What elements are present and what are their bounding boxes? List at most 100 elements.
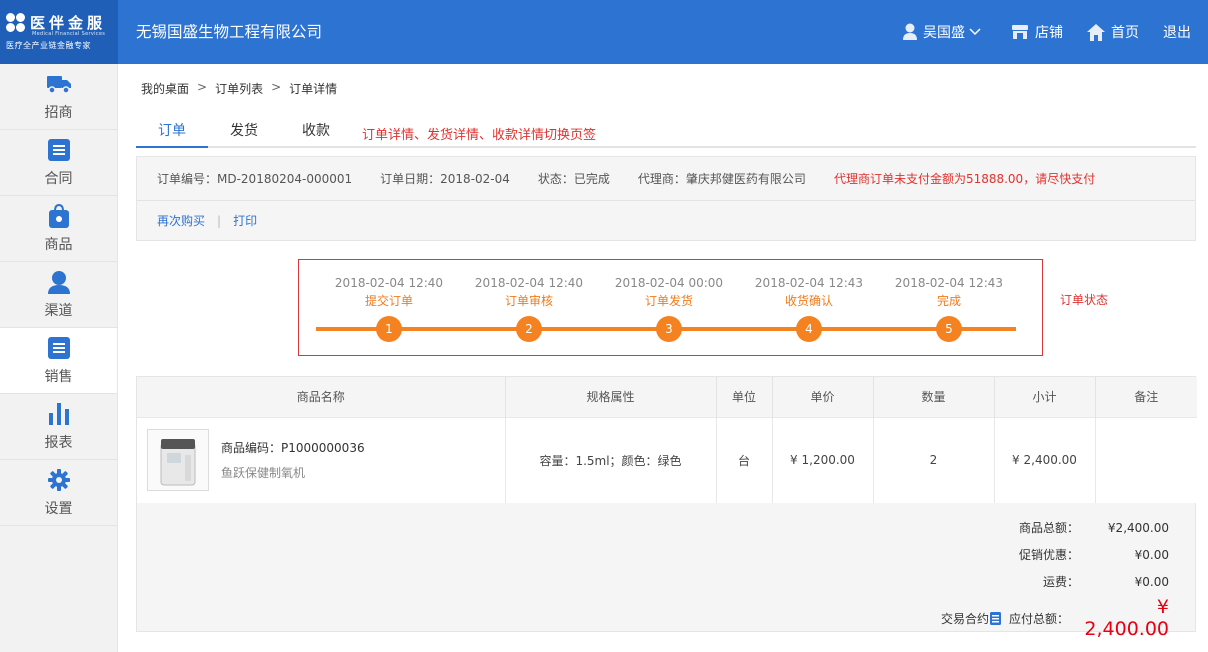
brand-tagline: 医疗全产业链金融专家: [6, 41, 91, 50]
product-unit: 台: [716, 416, 773, 503]
col-header-spec: 规格属性: [505, 377, 717, 417]
product-image[interactable]: [147, 429, 209, 492]
sidebar-item-label: 合同: [44, 170, 73, 187]
breadcrumb-separator: >: [197, 80, 208, 94]
pay-total-value: ¥ 2,400.00: [1084, 596, 1169, 640]
user-name: 吴国盛: [923, 25, 965, 41]
bar-chart-icon: [47, 402, 71, 426]
shop-link[interactable]: 店铺: [1011, 22, 1063, 42]
sidebar-item-label: 设置: [44, 500, 73, 517]
top-header: 医伴金服 Medical Financial Services 医疗全产业链金融…: [0, 0, 1208, 64]
tab-order[interactable]: 订单: [136, 116, 208, 148]
product-note: [1095, 416, 1197, 503]
table-row: 商品编码：P1000000036 鱼跃保健制氧机 容量：1.5ml；颜色：绿色 …: [137, 416, 1197, 503]
timeline-step: 2018-02-04 00:00 订单发货 3: [609, 276, 729, 342]
sidebar-item-label: 销售: [44, 368, 73, 385]
promo-label: 促销优惠：: [1018, 548, 1079, 562]
sidebar-item-report[interactable]: 报表: [0, 394, 117, 460]
sidebar-item-label: 渠道: [44, 302, 73, 319]
list-icon: [47, 336, 71, 360]
unpaid-warning: 代理商订单未支付金额为51888.00，请尽快支付: [833, 172, 1096, 186]
timeline-step: 2018-02-04 12:43 完成 5: [889, 276, 1009, 342]
order-agent: 代理商：肇庆邦健医药有限公司: [637, 172, 806, 186]
sidebar-item-label: 报表: [44, 434, 73, 451]
product-name[interactable]: 鱼跃保健制氧机: [221, 464, 365, 481]
brand-logo[interactable]: 医伴金服 Medical Financial Services 医疗全产业链金融…: [0, 0, 118, 64]
company-name: 无锡国盛生物工程有限公司: [136, 23, 323, 41]
contract-link[interactable]: 交易合约: [941, 610, 1001, 627]
timeline-step: 2018-02-04 12:43 收货确认 4: [749, 276, 869, 342]
main-content: 我的桌面 > 订单列表 > 订单详情 订单 发货 收款 订单详情、发货详情、收款…: [118, 64, 1208, 652]
goods-total-label: 商品总额：: [1018, 521, 1079, 535]
sidebar-item-goods[interactable]: 商品: [0, 196, 117, 262]
goods-total-value: ¥2,400.00: [1107, 520, 1169, 535]
col-header-unit: 单位: [716, 377, 773, 417]
sidebar-item-channel[interactable]: 渠道: [0, 262, 117, 328]
promo-value: ¥0.00: [1134, 547, 1169, 562]
col-header-subtotal: 小计: [994, 377, 1096, 417]
pay-total-row: 交易合约 应付总额： ¥ 2,400.00: [769, 596, 1169, 640]
logout-label: 退出: [1163, 25, 1191, 41]
sidebar-item-recruit[interactable]: 招商: [0, 64, 117, 130]
step-number: 1: [376, 316, 402, 342]
table-header-row: 商品名称 规格属性 单位 单价 数量 小计 备注: [137, 377, 1197, 417]
goods-total-row: 商品总额： ¥2,400.00: [869, 519, 1169, 536]
step-time: 2018-02-04 12:40: [334, 276, 444, 290]
user-icon: [903, 23, 917, 40]
order-number: 订单编号：MD-20180204-000001: [157, 172, 353, 186]
product-qty: 2: [873, 416, 995, 503]
chevron-down-icon: [969, 28, 981, 36]
product-spec: 容量：1.5ml；颜色：绿色: [505, 416, 717, 503]
step-number: 5: [936, 316, 962, 342]
document-icon: [47, 138, 71, 162]
home-label: 首页: [1111, 25, 1139, 41]
order-info-panel: 订单编号：MD-20180204-000001 订单日期：2018-02-04 …: [136, 156, 1196, 241]
breadcrumb-desktop[interactable]: 我的桌面: [141, 80, 189, 97]
step-time: 2018-02-04 12:43: [894, 276, 1004, 290]
step-time: 2018-02-04 12:40: [474, 276, 584, 290]
step-number: 3: [656, 316, 682, 342]
col-header-note: 备注: [1095, 377, 1197, 417]
product-code: 商品编码：P1000000036: [221, 441, 365, 456]
step-time: 2018-02-04 00:00: [614, 276, 724, 290]
order-tabs: 订单 发货 收款 订单详情、发货详情、收款详情切换页签: [136, 116, 1196, 148]
contract-label: 交易合约: [940, 611, 989, 626]
tab-payment[interactable]: 收款: [280, 116, 352, 146]
timeline-step: 2018-02-04 12:40 提交订单 1: [329, 276, 449, 342]
sidebar-item-sales[interactable]: 销售: [0, 328, 117, 394]
step-label: 提交订单: [364, 294, 413, 308]
logo-mark-icon: [6, 12, 26, 33]
order-status: 状态：已完成: [537, 172, 610, 186]
print-link[interactable]: 打印: [233, 212, 257, 229]
freight-value: ¥0.00: [1134, 574, 1169, 589]
logout-link[interactable]: 退出: [1163, 22, 1191, 42]
breadcrumb-separator: >: [271, 80, 282, 94]
step-number: 2: [516, 316, 542, 342]
tab-annotation: 订单详情、发货详情、收款详情切换页签: [362, 128, 597, 143]
freight-row: 运费： ¥0.00: [869, 573, 1169, 590]
step-label: 订单发货: [644, 294, 693, 308]
truck-icon: [46, 72, 71, 96]
order-status-timeline: 2018-02-04 12:40 提交订单 1 2018-02-04 12:40…: [298, 259, 1043, 356]
promo-row: 促销优惠： ¥0.00: [869, 546, 1169, 563]
sidebar: 招商 合同 商品 渠道 销售 报表 设置: [0, 64, 118, 652]
freight-label: 运费：: [1042, 575, 1079, 589]
breadcrumb-order-list[interactable]: 订单列表: [215, 80, 263, 97]
col-header-price: 单价: [772, 377, 874, 417]
breadcrumb-order-detail: 订单详情: [289, 82, 338, 96]
tab-shipping[interactable]: 发货: [208, 116, 280, 146]
sidebar-item-settings[interactable]: 设置: [0, 460, 117, 526]
user-menu[interactable]: 吴国盛: [903, 22, 987, 42]
document-icon: [989, 611, 1001, 625]
step-number: 4: [796, 316, 822, 342]
sidebar-item-contract[interactable]: 合同: [0, 130, 117, 196]
col-header-qty: 数量: [873, 377, 995, 417]
home-link[interactable]: 首页: [1087, 22, 1139, 42]
brand-name: 医伴金服: [30, 14, 107, 32]
product-price: ¥ 1,200.00: [772, 416, 874, 503]
brand-name-en: Medical Financial Services: [32, 31, 106, 37]
buy-again-link[interactable]: 再次购买: [157, 212, 205, 229]
step-time: 2018-02-04 12:43: [754, 276, 864, 290]
order-items-table: 商品名称 规格属性 单位 单价 数量 小计 备注 商品编码：P100000003…: [136, 376, 1197, 640]
step-label: 收货确认: [784, 294, 833, 308]
